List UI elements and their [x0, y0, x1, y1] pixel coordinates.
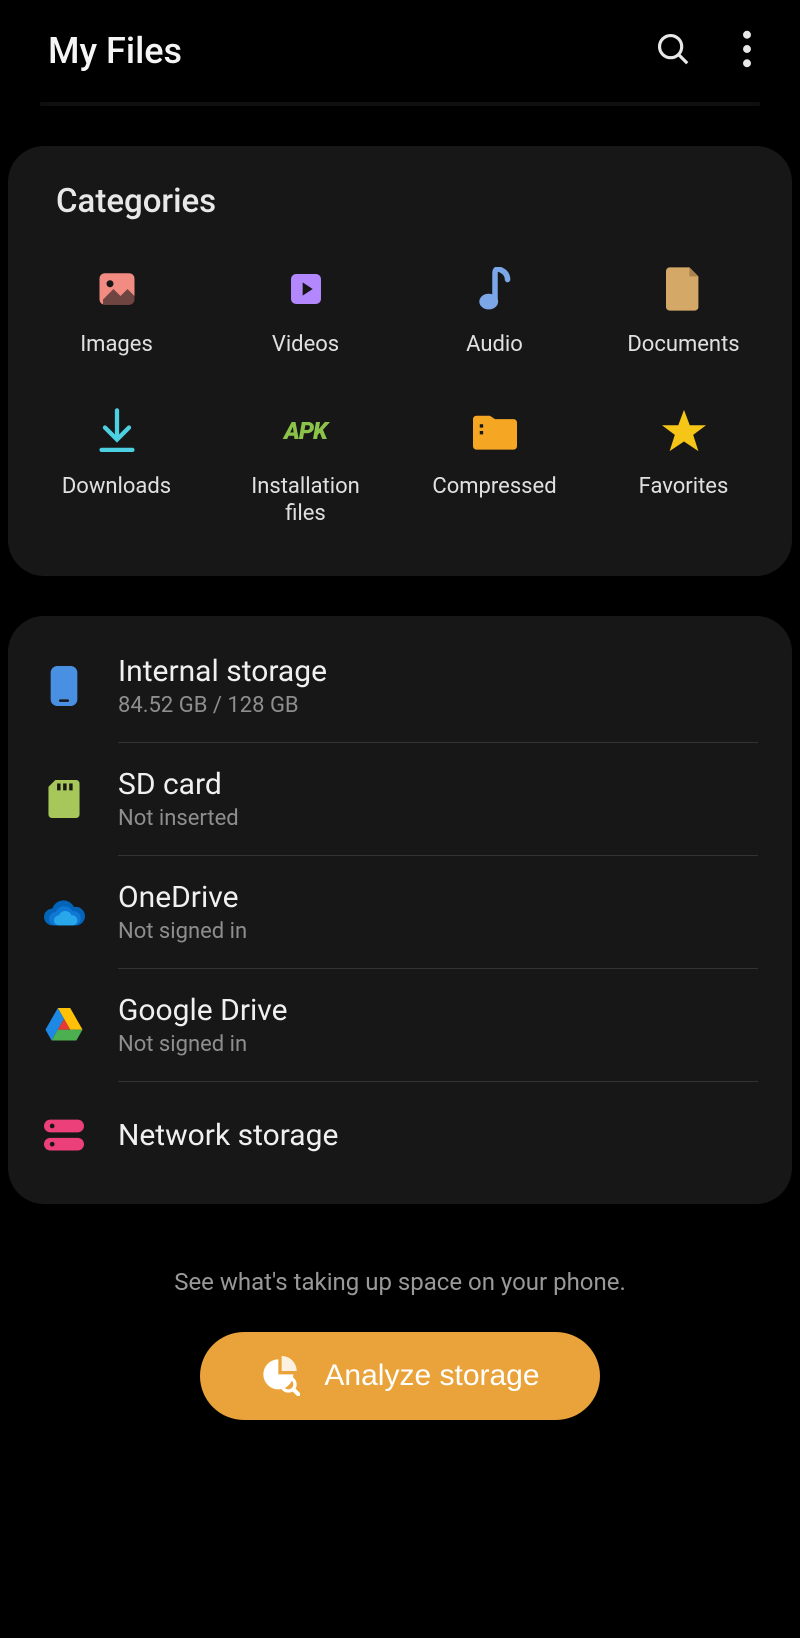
app-title: My Files: [48, 30, 182, 72]
storage-onedrive[interactable]: OneDrive Not signed in: [8, 856, 792, 968]
category-label: Favorites: [639, 473, 729, 501]
storage-google-drive[interactable]: Google Drive Not signed in: [8, 969, 792, 1081]
category-documents[interactable]: Documents: [589, 253, 778, 371]
header-divider: [40, 102, 760, 106]
videos-icon: [282, 265, 330, 313]
analyze-icon: [260, 1356, 300, 1396]
analyze-storage-button[interactable]: Analyze storage: [200, 1332, 599, 1420]
category-label: Documents: [627, 331, 739, 359]
storage-subtitle: Not signed in: [118, 1032, 288, 1057]
analyze-label: Analyze storage: [324, 1359, 539, 1393]
search-icon: [654, 30, 692, 68]
category-label: Videos: [272, 331, 339, 359]
category-images[interactable]: Images: [22, 253, 211, 371]
category-videos[interactable]: Videos: [211, 253, 400, 371]
storage-title: Internal storage: [118, 654, 327, 689]
footer-section: See what's taking up space on your phone…: [0, 1244, 800, 1420]
category-audio[interactable]: Audio: [400, 253, 589, 371]
images-icon: [93, 265, 141, 313]
network-storage-icon: [42, 1114, 86, 1158]
categories-card: Categories Images Videos: [8, 146, 792, 576]
more-vertical-icon: [742, 30, 752, 68]
storage-subtitle: Not inserted: [118, 806, 239, 831]
header-actions: [654, 30, 752, 72]
category-label: Downloads: [62, 473, 171, 501]
more-options-button[interactable]: [742, 30, 752, 72]
app-header: My Files: [0, 0, 800, 102]
downloads-icon: [93, 407, 141, 455]
documents-icon: [660, 265, 708, 313]
category-favorites[interactable]: Favorites: [589, 395, 778, 540]
category-downloads[interactable]: Downloads: [22, 395, 211, 540]
category-label: Audio: [466, 331, 523, 359]
category-label: Installation files: [251, 473, 360, 528]
storage-card: Internal storage 84.52 GB / 128 GB SD ca…: [8, 616, 792, 1204]
storage-internal[interactable]: Internal storage 84.52 GB / 128 GB: [8, 630, 792, 742]
categories-grid: Images Videos Audio: [22, 245, 778, 540]
storage-list: Internal storage 84.52 GB / 128 GB SD ca…: [8, 630, 792, 1190]
storage-subtitle: Not signed in: [118, 919, 247, 944]
category-label: Compressed: [432, 473, 556, 501]
category-installation-files[interactable]: APK Installation files: [211, 395, 400, 540]
storage-title: Google Drive: [118, 993, 288, 1028]
storage-subtitle: 84.52 GB / 128 GB: [118, 693, 327, 718]
storage-network[interactable]: Network storage: [8, 1082, 792, 1190]
onedrive-icon: [42, 890, 86, 934]
storage-title: SD card: [118, 767, 239, 802]
favorites-icon: [660, 407, 708, 455]
google-drive-icon: [42, 1003, 86, 1047]
storage-title: Network storage: [118, 1118, 338, 1153]
sd-card-icon: [42, 777, 86, 821]
category-label: Images: [80, 331, 153, 359]
compressed-icon: [471, 407, 519, 455]
storage-sd-card[interactable]: SD card Not inserted: [8, 743, 792, 855]
category-compressed[interactable]: Compressed: [400, 395, 589, 540]
search-button[interactable]: [654, 30, 692, 72]
audio-icon: [471, 265, 519, 313]
storage-title: OneDrive: [118, 880, 247, 915]
phone-icon: [42, 664, 86, 708]
apk-icon: APK: [282, 407, 330, 455]
categories-title: Categories: [22, 182, 778, 245]
footer-hint: See what's taking up space on your phone…: [174, 1268, 626, 1296]
